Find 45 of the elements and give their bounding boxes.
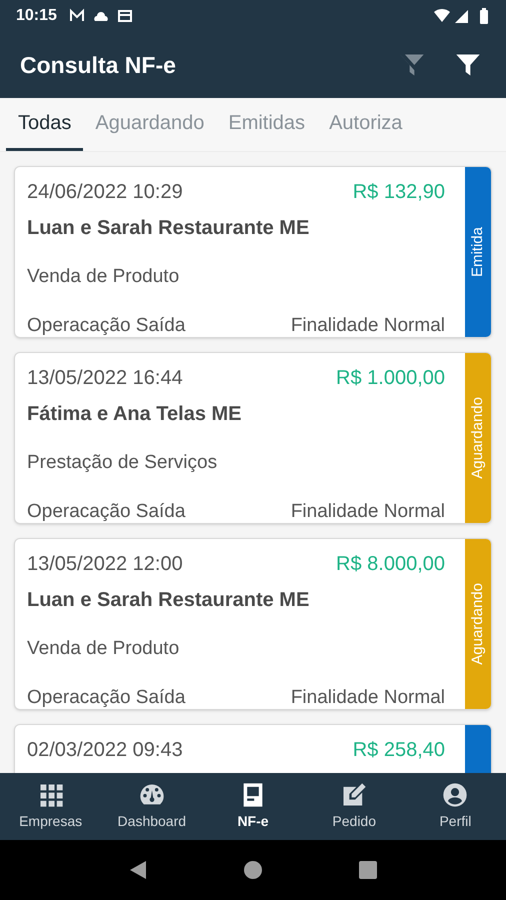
back-icon[interactable] <box>128 860 148 880</box>
invoice-card[interactable]: 24/06/2022 10:29 R$ 132,90 Luan e Sarah Restaurante ME Venda de Produto Operacação Saída Finalidade Normal Emitida <box>14 166 492 338</box>
cloud-icon <box>92 10 109 22</box>
status-time: 10:15 <box>16 6 57 26</box>
invoice-card[interactable]: 13/05/2022 16:44 R$ 1.000,00 Fátima e Ana Telas ME Prestação de Serviços Operacação Saída Finalidade Normal Aguardando <box>14 352 492 524</box>
invoice-date: 13/05/2022 12:00 <box>27 552 183 577</box>
invoice-amount: R$ 132,90 <box>352 180 445 205</box>
nav-item[interactable]: Empresas <box>0 781 102 832</box>
invoice-purpose: Finalidade Normal <box>290 686 445 709</box>
calendar-icon <box>116 8 133 24</box>
customer-name: Fátima e Ana Telas ME <box>27 402 243 427</box>
battery-icon <box>478 8 490 24</box>
customer-name: Luan e Sarah Restaurante ME <box>27 588 310 613</box>
invoice-purpose: Finalidade Normal <box>290 500 445 523</box>
operation-type: Operacação Saída <box>27 500 186 523</box>
invoice-date: 02/03/2022 09:43 <box>27 738 183 763</box>
invoice-amount: R$ 1.000,00 <box>336 366 445 391</box>
invoice-card[interactable]: 13/05/2022 12:00 R$ 8.000,00 Luan e Sarah Restaurante ME Venda de Produto Operacação Saída Finalidade Normal Aguardando <box>14 538 492 710</box>
invoice-description: Prestação de Serviços <box>27 451 218 475</box>
invoice-amount: R$ 8.000,00 <box>336 552 445 577</box>
status-label: Aguardando <box>468 583 487 665</box>
operation-type: Operacação Saída <box>27 686 186 709</box>
invoice-description: Venda de Produto <box>27 265 180 289</box>
mail-icon <box>68 8 85 24</box>
operation-type: Operacação Saída <box>27 314 186 337</box>
signal-icon <box>454 8 470 24</box>
nav-item[interactable]: Pedido <box>304 781 405 832</box>
invoice-amount: R$ 258,40 <box>352 738 445 763</box>
tab[interactable]: Todas <box>6 108 84 151</box>
invoice-date: 13/05/2022 16:44 <box>27 366 183 391</box>
invoice-date: 24/06/2022 10:29 <box>27 180 183 205</box>
nav-item[interactable]: Perfil <box>404 781 506 832</box>
customer-name: Luan e Sarah Restaurante ME <box>27 216 310 241</box>
nav-item[interactable]: Dashboard <box>101 781 202 832</box>
invoice-card[interactable]: 02/03/2022 09:43 R$ 258,40 <box>14 724 492 773</box>
invoice-purpose: Finalidade Normal <box>290 314 445 337</box>
status-label: Emitida <box>468 226 487 278</box>
profile-icon <box>441 781 470 809</box>
wifi-icon <box>434 8 450 24</box>
nav-item[interactable]: NF-e <box>202 781 304 832</box>
invoice-description: Venda de Produto <box>27 637 180 661</box>
status-label: Aguardando <box>468 397 487 479</box>
recents-icon[interactable] <box>358 860 378 880</box>
home-icon[interactable] <box>242 860 263 880</box>
app-title: Consulta NF-e <box>20 50 177 80</box>
